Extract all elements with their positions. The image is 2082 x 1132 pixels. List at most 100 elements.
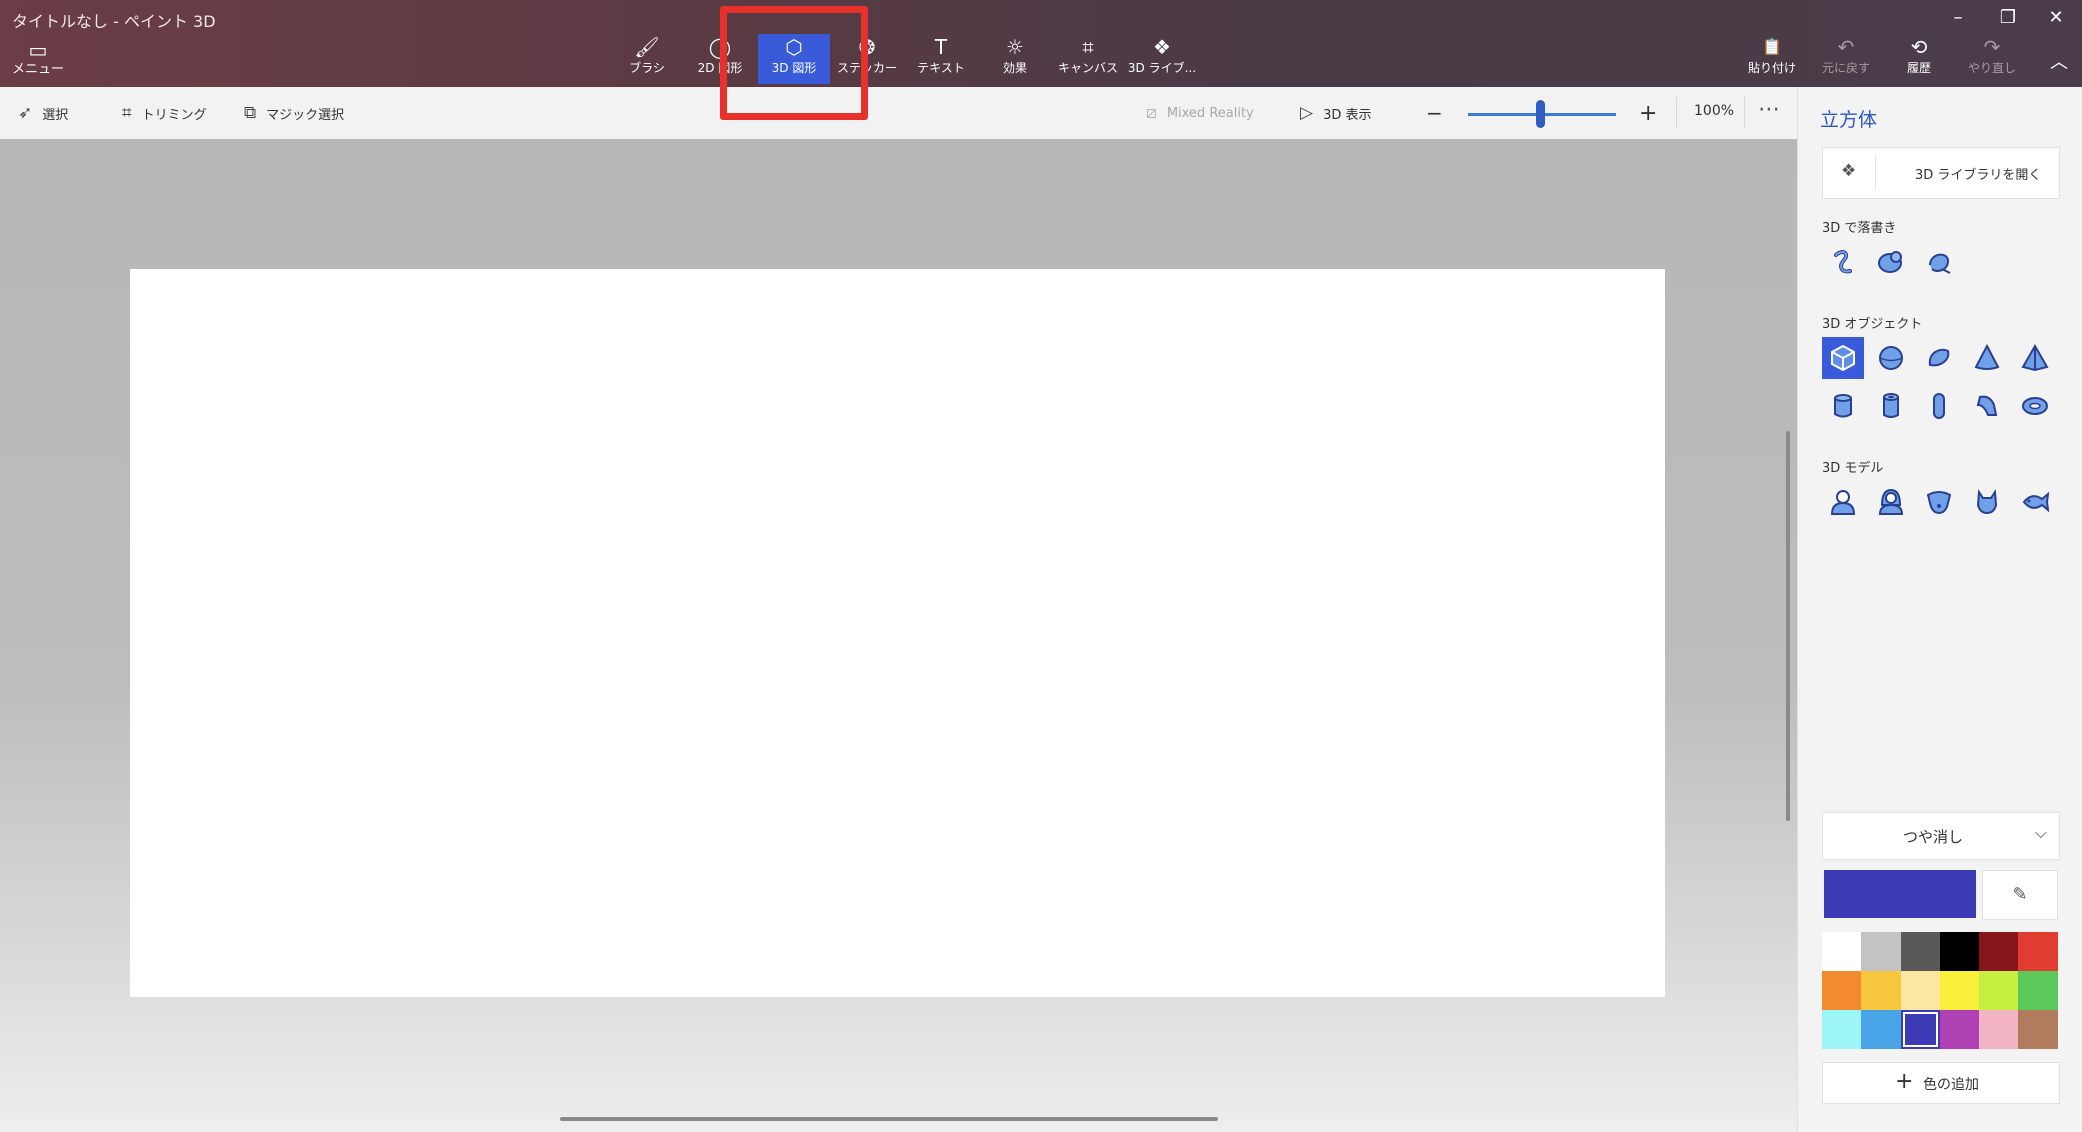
- finish-dropdown[interactable]: つや消し ⌵: [1822, 812, 2060, 860]
- cut-tube-button[interactable]: [1966, 385, 2008, 427]
- soft-edge-doodle-button[interactable]: [1870, 241, 1912, 283]
- tube-doodle-button[interactable]: [1918, 241, 1960, 283]
- color-swatch[interactable]: [2018, 971, 2058, 1010]
- vertical-scrollbar[interactable]: [1786, 431, 1790, 821]
- effects-icon: ☼: [1006, 35, 1024, 59]
- tab-2d-shapes[interactable]: ◯ 2D 図形: [684, 34, 756, 84]
- magic-select-icon: ⧉: [244, 103, 257, 123]
- fish-icon: [2022, 491, 2050, 513]
- color-swatch[interactable]: [2018, 932, 2058, 971]
- color-swatch[interactable]: [1861, 1010, 1901, 1049]
- workspace: [0, 139, 1797, 1132]
- woman-icon: [1878, 488, 1904, 515]
- horizontal-scrollbar[interactable]: [560, 1117, 1218, 1121]
- collapse-ribbon-icon[interactable]: ︿: [2050, 48, 2068, 74]
- canvas-icon: ⌗: [1082, 35, 1094, 59]
- color-palette: [1822, 932, 2058, 1049]
- sphere-button[interactable]: [1870, 337, 1912, 379]
- cat-model-button[interactable]: [1966, 481, 2008, 523]
- tab-3d-shapes[interactable]: ⬡ 3D 図形: [758, 34, 830, 84]
- cylinder-icon: [1834, 394, 1852, 418]
- cube-button[interactable]: [1822, 337, 1864, 379]
- drawing-canvas[interactable]: [130, 269, 1665, 997]
- window-title: タイトルなし - ペイント 3D: [12, 12, 216, 31]
- cube-icon: [1831, 344, 1855, 372]
- eyedropper-button[interactable]: ✎: [1982, 870, 2058, 920]
- donut-button[interactable]: [2014, 385, 2056, 427]
- color-swatch[interactable]: [1861, 971, 1901, 1010]
- color-swatch[interactable]: [2018, 1010, 2058, 1049]
- clipboard-icon: 📋: [1762, 37, 1782, 56]
- select-button[interactable]: ➶ 選択: [18, 103, 68, 123]
- chevron-down-icon: ⌵: [2034, 823, 2047, 842]
- color-swatch[interactable]: [1939, 932, 1980, 971]
- hemisphere-button[interactable]: [1918, 337, 1960, 379]
- minimize-button[interactable]: –: [1938, 4, 1978, 32]
- current-color-swatch[interactable]: [1824, 870, 1976, 918]
- add-color-button[interactable]: + 色の追加: [1822, 1062, 2060, 1104]
- more-options-icon[interactable]: ⋯: [1758, 97, 1781, 122]
- paste-button[interactable]: 📋 貼り付け: [1736, 34, 1808, 84]
- cone-button[interactable]: [1966, 337, 2008, 379]
- tab-3d-library[interactable]: ❖ 3D ライブ...: [1126, 34, 1198, 84]
- zoom-slider-thumb[interactable]: [1536, 100, 1545, 128]
- color-swatch[interactable]: [1900, 932, 1940, 971]
- mixed-reality-button[interactable]: ⧄ Mixed Reality: [1146, 103, 1254, 123]
- pyramid-button[interactable]: [2014, 337, 2056, 379]
- color-swatch[interactable]: [1822, 932, 1862, 971]
- open-3d-library-button[interactable]: ❖ 3D ライブラリを開く: [1822, 147, 2060, 199]
- color-swatch[interactable]: [1822, 971, 1862, 1010]
- redo-button[interactable]: ↷ やり直し: [1956, 34, 2028, 84]
- close-button[interactable]: ✕: [2036, 4, 2076, 32]
- color-swatch[interactable]: [1979, 971, 2019, 1010]
- restore-button[interactable]: ❐: [1988, 4, 2028, 32]
- divider: [1875, 156, 1876, 190]
- tube-icon: [1883, 393, 1899, 418]
- title-bar: タイトルなし - ペイント 3D – ❐ ✕ ▭ メニュー 🖌 ブラシ ◯ 2D…: [0, 0, 2082, 87]
- color-swatch[interactable]: [1939, 971, 1980, 1010]
- zoom-out-button[interactable]: −: [1426, 101, 1443, 125]
- side-panel: 立方体 ❖ 3D ライブラリを開く 3D で落書き 3D オブジェクト 3D モ…: [1797, 87, 2082, 1132]
- color-swatch[interactable]: [1979, 1010, 2019, 1049]
- tab-effects[interactable]: ☼ 効果: [979, 34, 1051, 84]
- divider: [1744, 97, 1745, 129]
- text-icon: T: [934, 35, 948, 59]
- zoom-in-button[interactable]: +: [1639, 101, 1657, 126]
- color-swatch[interactable]: [1939, 1010, 1980, 1049]
- mixed-reality-icon: ⧄: [1146, 103, 1157, 123]
- color-swatch[interactable]: [1900, 1010, 1940, 1049]
- zoom-level[interactable]: 100%: [1694, 103, 1734, 119]
- tab-text[interactable]: T テキスト: [905, 34, 977, 84]
- man-icon: [1830, 490, 1856, 515]
- view-3d-button[interactable]: ▷ 3D 表示: [1300, 103, 1372, 123]
- doodle-soft-icon: [1878, 251, 1902, 273]
- undo-button[interactable]: ↶ 元に戻す: [1810, 34, 1882, 84]
- color-swatch[interactable]: [1979, 932, 2019, 971]
- doodle-section-label: 3D で落書き: [1822, 221, 1897, 236]
- capsule-button[interactable]: [1918, 385, 1960, 427]
- man-model-button[interactable]: [1822, 481, 1864, 523]
- color-swatch[interactable]: [1900, 971, 1940, 1010]
- objects-section-label: 3D オブジェクト: [1822, 317, 1923, 332]
- brush-icon: 🖌: [634, 35, 660, 59]
- history-button[interactable]: ⟲ 履歴: [1883, 34, 1955, 84]
- woman-model-button[interactable]: [1870, 481, 1912, 523]
- menu-icon: ▭: [28, 38, 48, 62]
- fish-model-button[interactable]: [2014, 481, 2056, 523]
- tube-button[interactable]: [1870, 385, 1912, 427]
- sharp-edge-doodle-button[interactable]: [1822, 241, 1864, 283]
- cylinder-button[interactable]: [1822, 385, 1864, 427]
- eyedropper-icon: ✎: [2012, 884, 2028, 905]
- color-swatch[interactable]: [1822, 1010, 1862, 1049]
- tab-stickers[interactable]: ❂ ステッカー: [831, 34, 903, 84]
- crop-button[interactable]: ⌗ トリミング: [122, 103, 207, 123]
- color-swatch[interactable]: [1861, 932, 1901, 971]
- menu-button[interactable]: ▭ メニュー: [12, 38, 64, 84]
- tab-brush[interactable]: 🖌 ブラシ: [611, 34, 683, 84]
- dog-model-button[interactable]: [1918, 481, 1960, 523]
- tab-canvas[interactable]: ⌗ キャンバス: [1052, 34, 1124, 84]
- cut-tube-icon: [1976, 395, 1998, 416]
- magic-select-button[interactable]: ⧉ マジック選択: [244, 103, 344, 123]
- sphere-icon: [1879, 346, 1903, 370]
- command-bar: ➶ 選択 ⌗ トリミング ⧉ マジック選択 ⧄ Mixed Reality ▷ …: [0, 87, 1797, 140]
